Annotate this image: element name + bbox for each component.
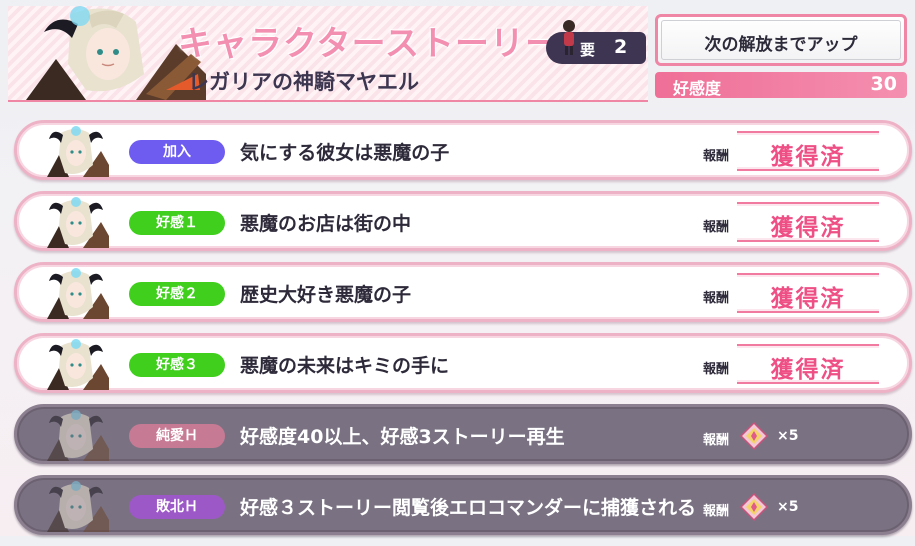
story-tag: 好感２ bbox=[129, 282, 225, 306]
character-thumbnail bbox=[47, 126, 109, 177]
story-tag: 好感１ bbox=[129, 211, 225, 235]
story-row[interactable]: 好感２ 歴史大好き悪魔の子 報酬 獲得済 bbox=[14, 262, 912, 322]
next-unlock-button[interactable]: 次の解放までアップ bbox=[655, 14, 907, 66]
reward-status: 獲得済 bbox=[770, 286, 846, 312]
reward-status: 獲得済 bbox=[770, 357, 846, 383]
reward-quantity: ×5 bbox=[777, 428, 799, 444]
reward-obtained-stamp: 獲得済 bbox=[737, 273, 879, 313]
crystal-icon bbox=[739, 421, 769, 451]
affection-value: 30 bbox=[870, 73, 897, 95]
reward-label: 報酬 bbox=[703, 433, 730, 448]
reward-label: 報酬 bbox=[703, 504, 730, 519]
story-title: 好感３ストーリー閲覧後エロコマンダーに捕獲される bbox=[240, 497, 697, 519]
story-header: キャラクターストーリー レガリアの神騎マヤエル 要 2 次の解放までアップ 好感… bbox=[0, 0, 915, 102]
story-title: 悪魔の未来はキミの手に bbox=[240, 355, 450, 377]
reward-obtained-stamp: 獲得済 bbox=[737, 131, 879, 171]
story-tag: 好感３ bbox=[129, 353, 225, 377]
story-tag: 敗北Ｈ bbox=[129, 495, 225, 519]
character-mini-icon bbox=[563, 20, 575, 55]
affection-bar: 好感度 30 bbox=[655, 72, 907, 98]
story-list: 加入 気にする彼女は悪魔の子 報酬 獲得済 好感１ 悪魔のお店は街の中 報酬 獲得済 好感２… bbox=[14, 120, 912, 546]
story-row[interactable]: 敗北Ｈ 好感３ストーリー閲覧後エロコマンダーに捕獲される 報酬 ×5 bbox=[14, 475, 912, 535]
story-row[interactable]: 好感１ 悪魔のお店は街の中 報酬 獲得済 bbox=[14, 191, 912, 251]
story-title: 歴史大好き悪魔の子 bbox=[240, 284, 412, 306]
character-thumbnail bbox=[47, 197, 109, 248]
reward-label: 報酬 bbox=[703, 149, 730, 164]
reward-label: 報酬 bbox=[703, 220, 730, 235]
requirement-badge: 要 2 bbox=[546, 20, 646, 64]
story-row[interactable]: 純愛Ｈ 好感度40以上、好感3ストーリー再生 報酬 ×5 bbox=[14, 404, 912, 464]
reward-status: 獲得済 bbox=[770, 215, 846, 241]
character-thumbnail bbox=[47, 481, 109, 532]
character-thumbnail bbox=[47, 410, 109, 461]
story-tag: 純愛Ｈ bbox=[129, 424, 225, 448]
character-thumbnail bbox=[47, 268, 109, 319]
story-row[interactable]: 好感３ 悪魔の未来はキミの手に 報酬 獲得済 bbox=[14, 333, 912, 393]
reward-label: 報酬 bbox=[703, 291, 730, 306]
requirement-label: 要 bbox=[580, 41, 596, 59]
reward-quantity: ×5 bbox=[777, 499, 799, 515]
story-title: 好感度40以上、好感3ストーリー再生 bbox=[240, 426, 565, 448]
character-name: レガリアの神騎マヤエル bbox=[188, 70, 419, 94]
reward-obtained-stamp: 獲得済 bbox=[737, 344, 879, 384]
character-thumbnail bbox=[47, 339, 109, 390]
story-title: 悪魔のお店は街の中 bbox=[240, 213, 412, 235]
next-unlock-label: 次の解放までアップ bbox=[704, 35, 858, 55]
affection-label: 好感度 bbox=[673, 79, 722, 98]
screen-title: キャラクターストーリー bbox=[178, 24, 560, 64]
crystal-icon bbox=[739, 492, 769, 522]
reward-obtained-stamp: 獲得済 bbox=[737, 202, 879, 242]
reward-status: 獲得済 bbox=[770, 144, 846, 170]
story-tag: 加入 bbox=[129, 140, 225, 164]
story-row[interactable]: 加入 気にする彼女は悪魔の子 報酬 獲得済 bbox=[14, 120, 912, 180]
story-title: 気にする彼女は悪魔の子 bbox=[240, 142, 450, 164]
reward-label: 報酬 bbox=[703, 362, 730, 377]
requirement-value: 2 bbox=[614, 36, 628, 58]
